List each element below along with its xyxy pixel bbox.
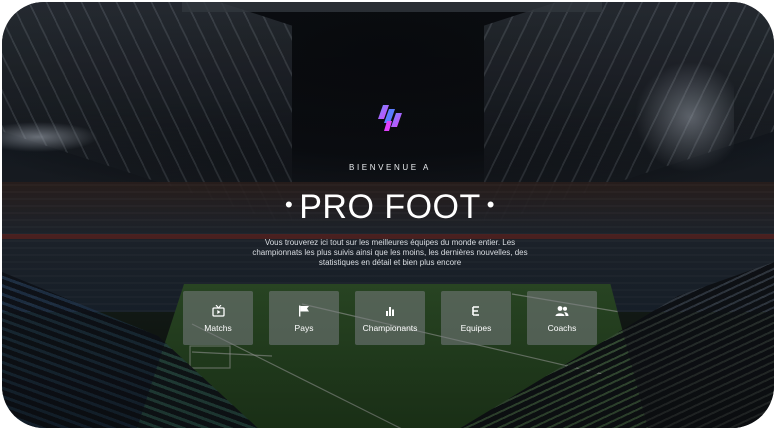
welcome-text: BIENVENUE A: [349, 163, 431, 172]
tv-icon: [211, 304, 225, 318]
page-title: • PRO FOOT •: [2, 184, 774, 228]
stadium-background: BIENVENUE A • PRO FOOT • Vous trouverez ic…: [2, 2, 774, 428]
title-text: PRO FOOT: [299, 188, 481, 226]
description-text: Vous trouverez ici tout sur les meilleur…: [252, 238, 528, 267]
flag-icon: [297, 304, 311, 318]
nav-cards: Matchs Pays Championants Equipes Coachs: [183, 291, 597, 345]
nav-card-label: Matchs: [204, 322, 232, 333]
nav-card-coachs[interactable]: Coachs: [527, 291, 597, 345]
users-icon: [555, 304, 569, 318]
title-bullet-left: •: [285, 192, 294, 217]
e-letter-icon: [469, 304, 483, 318]
nav-card-equipes[interactable]: Equipes: [441, 291, 511, 345]
pro-foot-logo: [378, 105, 402, 131]
nav-card-pays[interactable]: Pays: [269, 291, 339, 345]
nav-card-label: Championants: [362, 322, 418, 333]
nav-card-championants[interactable]: Championants: [355, 291, 425, 345]
nav-card-label: Equipes: [460, 322, 492, 333]
nav-card-label: Coachs: [547, 322, 577, 333]
title-bullet-right: •: [486, 192, 495, 217]
nav-card-matchs[interactable]: Matchs: [183, 291, 253, 345]
nav-card-label: Pays: [294, 322, 314, 333]
bar-chart-icon: [383, 304, 397, 318]
